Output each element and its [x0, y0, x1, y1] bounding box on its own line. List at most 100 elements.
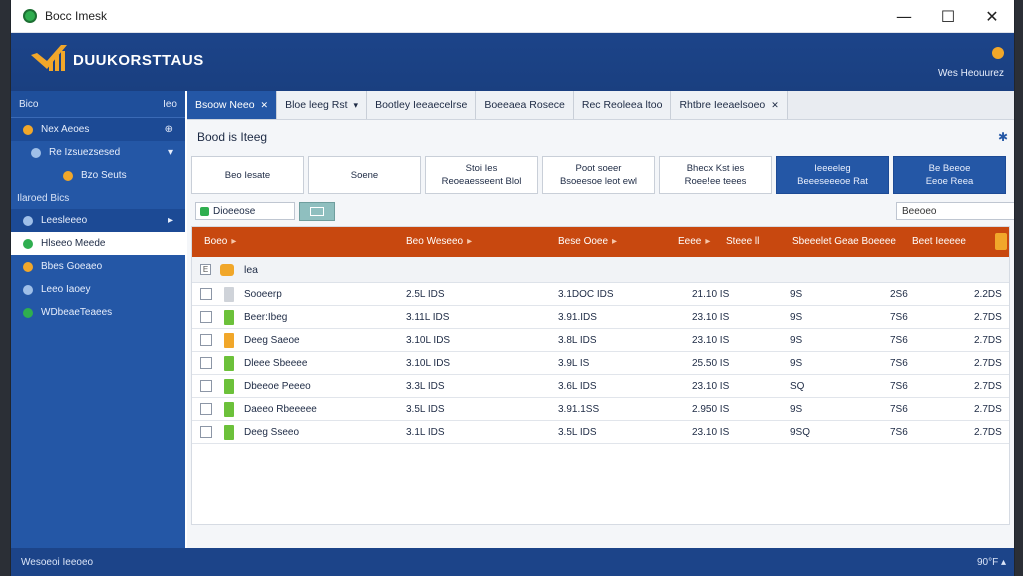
- column-header[interactable]: Beet Ieeeee: [912, 236, 966, 247]
- tab[interactable]: Bsoow Neeo ✕: [187, 91, 278, 119]
- sidebar-item[interactable]: Nex Aeoes ⊕: [11, 118, 185, 141]
- action-card[interactable]: Soene: [308, 156, 421, 194]
- sidebar-item-icon: [23, 215, 33, 226]
- sidebar-item-icon: [23, 261, 33, 272]
- table-cell: 9S: [790, 358, 803, 369]
- sort-icon[interactable]: ▸: [612, 236, 617, 247]
- sidebar-item[interactable]: Re Izsuezsesed ▾: [11, 141, 185, 164]
- status-bar: Wesoeoi Ieeoeo 90°F ▴: [11, 548, 1014, 576]
- search-input[interactable]: Beeoeo: [896, 202, 1014, 220]
- sidebar-item[interactable]: Leeo Iaoey: [11, 278, 185, 301]
- filter-apply-button[interactable]: [299, 202, 335, 221]
- sort-icon[interactable]: ▸: [705, 236, 710, 247]
- tab[interactable]: Bootley Ieeaecelrse: [367, 91, 477, 119]
- table-cell: 23.10 IS: [692, 312, 730, 323]
- column-header[interactable]: Sbeeelet Geae Boeeee: [792, 236, 896, 247]
- user-name[interactable]: Wes Heouurez: [938, 68, 1004, 79]
- sidebar-item[interactable]: Hlseeo Meede: [11, 232, 185, 255]
- row-name: Sooeerp: [244, 289, 282, 300]
- table-row[interactable]: Daeeo Rbeeeee 3.5L IDS 3.91.1SS 2.950 IS 9S 7…: [192, 398, 1009, 421]
- row-checkbox[interactable]: [200, 403, 212, 415]
- sidebar-item[interactable]: Bzo Seuts: [11, 164, 185, 187]
- sidebar-item-label: Nex Aeoes: [41, 124, 90, 135]
- table-cell: 2.2DS: [974, 289, 1002, 300]
- column-header[interactable]: Beo Weseeo ▸: [406, 236, 472, 247]
- table-row[interactable]: Beer:Ibeg 3.11L IDS 3.91.IDS 23.10 IS 9S 7S6 2…: [192, 306, 1009, 329]
- sidebar-item-icon: [23, 238, 33, 249]
- group-row[interactable]: E lea: [192, 257, 1009, 283]
- app-window: Bocc Imesk — ☐ ✕ DUUKORSTTAUS Wes Heouur…: [10, 0, 1015, 576]
- table-row[interactable]: Deeg Saeoe 3.10L IDS 3.8L IDS 23.10 IS 9S 7S6…: [192, 329, 1009, 352]
- user-avatar-icon[interactable]: [992, 47, 1004, 59]
- row-checkbox[interactable]: [200, 426, 212, 438]
- table-cell: 3.10L IDS: [406, 358, 451, 369]
- card-subtitle: Beeeseeeoe Rat: [797, 176, 868, 187]
- table-row[interactable]: Deeg Sseeo 3.1L IDS 3.5L IDS 23.10 IS 9SQ 7S6…: [192, 421, 1009, 444]
- table-row[interactable]: Sooeerp 2.5L IDS 3.1DOC IDS 21.10 IS 9S 2S6 2.…: [192, 283, 1009, 306]
- card-title: Poot soeer: [575, 163, 622, 174]
- row-checkbox[interactable]: [200, 311, 212, 323]
- tab[interactable]: Rec Reoleea ltoo: [573, 91, 672, 119]
- table-cell: 23.10 IS: [692, 381, 730, 392]
- close-button[interactable]: ✕: [970, 0, 1014, 32]
- sidebar-header-left: Bico: [19, 98, 39, 110]
- table-cell: 2.7DS: [974, 312, 1002, 323]
- table-row[interactable]: Dbeeoe Peeeo 3.3L IDS 3.6L IDS 23.10 IS SQ 7S…: [192, 375, 1009, 398]
- column-header[interactable]: Eeee ▸: [678, 236, 710, 247]
- sort-icon[interactable]: ▸: [467, 236, 472, 247]
- sidebar-item[interactable]: Leesleeeo ▸: [11, 209, 185, 232]
- sidebar-item[interactable]: WDbeaeTeaees: [11, 301, 185, 324]
- row-checkbox[interactable]: [200, 357, 212, 369]
- sort-icon[interactable]: ▸: [231, 236, 236, 247]
- group-checkbox[interactable]: E: [200, 264, 211, 275]
- settings-icon[interactable]: ✱: [998, 130, 1008, 144]
- group-label: lea: [244, 263, 259, 276]
- sidebar-item-chevron-icon[interactable]: ▸: [168, 215, 173, 226]
- table-cell: 3.10L IDS: [406, 335, 451, 346]
- tab-close-icon[interactable]: ✕: [261, 100, 269, 111]
- table-cell: 3.3L IDS: [406, 381, 445, 392]
- table-cell: 9S: [790, 312, 803, 323]
- minimize-button[interactable]: —: [882, 0, 926, 32]
- column-options-icon[interactable]: [995, 233, 1007, 250]
- sidebar-header-right[interactable]: Ieo: [163, 99, 177, 110]
- sidebar-item-label: Hlseeo Meede: [41, 238, 106, 249]
- filter-field[interactable]: Dioeeose: [195, 202, 295, 220]
- sidebar-item-chevron-icon[interactable]: ⊕: [165, 124, 173, 135]
- row-checkbox[interactable]: [200, 288, 212, 300]
- table-cell: 9S: [790, 289, 803, 300]
- table-row[interactable]: Dleee Sbeeee 3.10L IDS 3.9L IS 25.50 IS 9S 7S…: [192, 352, 1009, 375]
- table-cell: 2.7DS: [974, 381, 1002, 392]
- tab-close-icon[interactable]: ✕: [771, 100, 779, 111]
- tab-close-icon[interactable]: ▾: [354, 100, 359, 111]
- action-card[interactable]: Be Beeoe Eeoe Reea: [893, 156, 1006, 194]
- column-header[interactable]: Boeo ▸: [204, 236, 236, 247]
- main-content: Bood is Iteeg ✱ Beo Iesate Soene Stoi Ies R…: [187, 120, 1014, 548]
- table-cell: 3.91.IDS: [558, 312, 597, 323]
- action-card[interactable]: Bhecx Kst ies Roee!ee teees: [659, 156, 772, 194]
- table-cell: 3.9L IS: [558, 358, 590, 369]
- tab[interactable]: Boeeaea Rosece: [476, 91, 574, 119]
- card-title: Bhecx Kst ies: [686, 163, 745, 174]
- tab[interactable]: Rhtbre Ieeaelsoeo ✕: [671, 91, 788, 119]
- column-header[interactable]: Bese Ooee ▸: [558, 236, 617, 247]
- row-checkbox[interactable]: [200, 334, 212, 346]
- user-area[interactable]: Wes Heouurez: [938, 47, 1004, 79]
- sidebar-item[interactable]: Bbes Goeaeo: [11, 255, 185, 278]
- table-cell: 7S6: [890, 335, 908, 346]
- column-header[interactable]: Steee ll: [726, 236, 759, 247]
- action-card[interactable]: Beo Iesate: [191, 156, 304, 194]
- action-card[interactable]: Stoi Ies Reoeaesseent Blol: [425, 156, 538, 194]
- sidebar-item-chevron-icon[interactable]: ▾: [168, 147, 173, 158]
- row-name: Dbeeoe Peeeo: [244, 381, 311, 392]
- tab-label: Boeeaea Rosece: [484, 99, 565, 111]
- action-card[interactable]: Poot soeer Bsoeesoe leot ewl: [542, 156, 655, 194]
- card-title: Be Beeoe: [928, 163, 971, 174]
- action-card[interactable]: Ieeeeleg Beeeseeeoe Rat: [776, 156, 889, 194]
- tab[interactable]: Bloe leeg Rst ▾: [277, 91, 368, 119]
- filter-value: Dioeeose: [213, 205, 256, 217]
- tab-label: Bsoow Neeo: [195, 99, 255, 111]
- table-cell: 23.10 IS: [692, 335, 730, 346]
- maximize-button[interactable]: ☐: [926, 0, 970, 32]
- row-checkbox[interactable]: [200, 380, 212, 392]
